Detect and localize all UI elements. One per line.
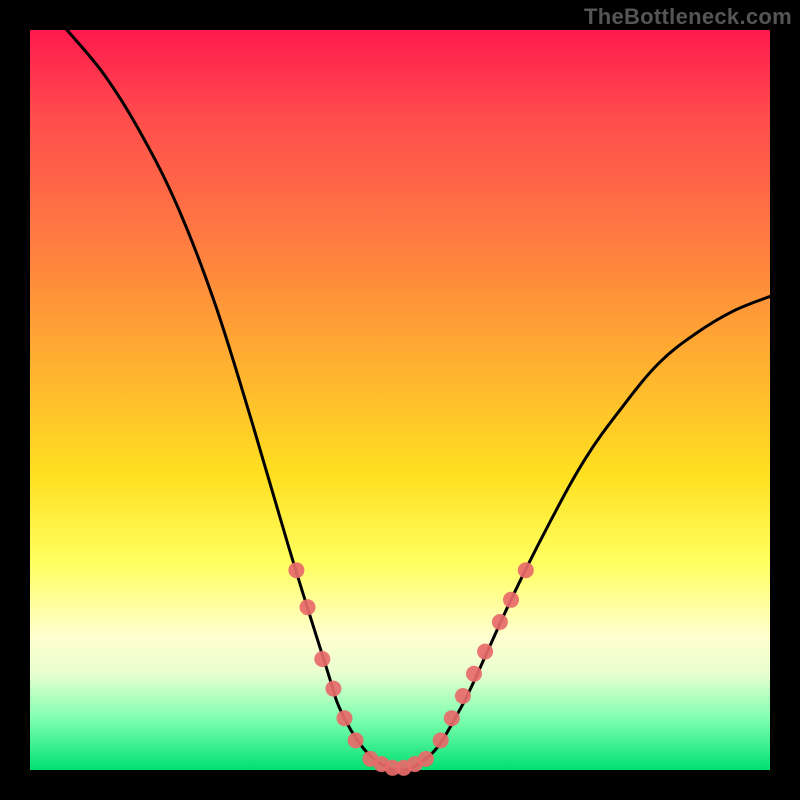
curve-marker: [518, 562, 534, 578]
curve-marker: [314, 651, 330, 667]
curve-marker: [433, 732, 449, 748]
curve-marker: [348, 732, 364, 748]
chart-frame: TheBottleneck.com: [0, 0, 800, 800]
bottleneck-curve-line: [67, 30, 770, 770]
curve-marker: [503, 592, 519, 608]
curve-marker: [455, 688, 471, 704]
curve-marker: [444, 710, 460, 726]
curve-marker: [288, 562, 304, 578]
bottleneck-curve-svg: [30, 30, 770, 770]
curve-marker: [418, 751, 434, 767]
plot-area: [30, 30, 770, 770]
curve-marker: [477, 644, 493, 660]
curve-marker: [466, 666, 482, 682]
curve-marker: [300, 599, 316, 615]
curve-marker: [337, 710, 353, 726]
curve-marker: [492, 614, 508, 630]
watermark-label: TheBottleneck.com: [584, 4, 792, 30]
curve-markers: [288, 562, 533, 776]
curve-marker: [325, 681, 341, 697]
